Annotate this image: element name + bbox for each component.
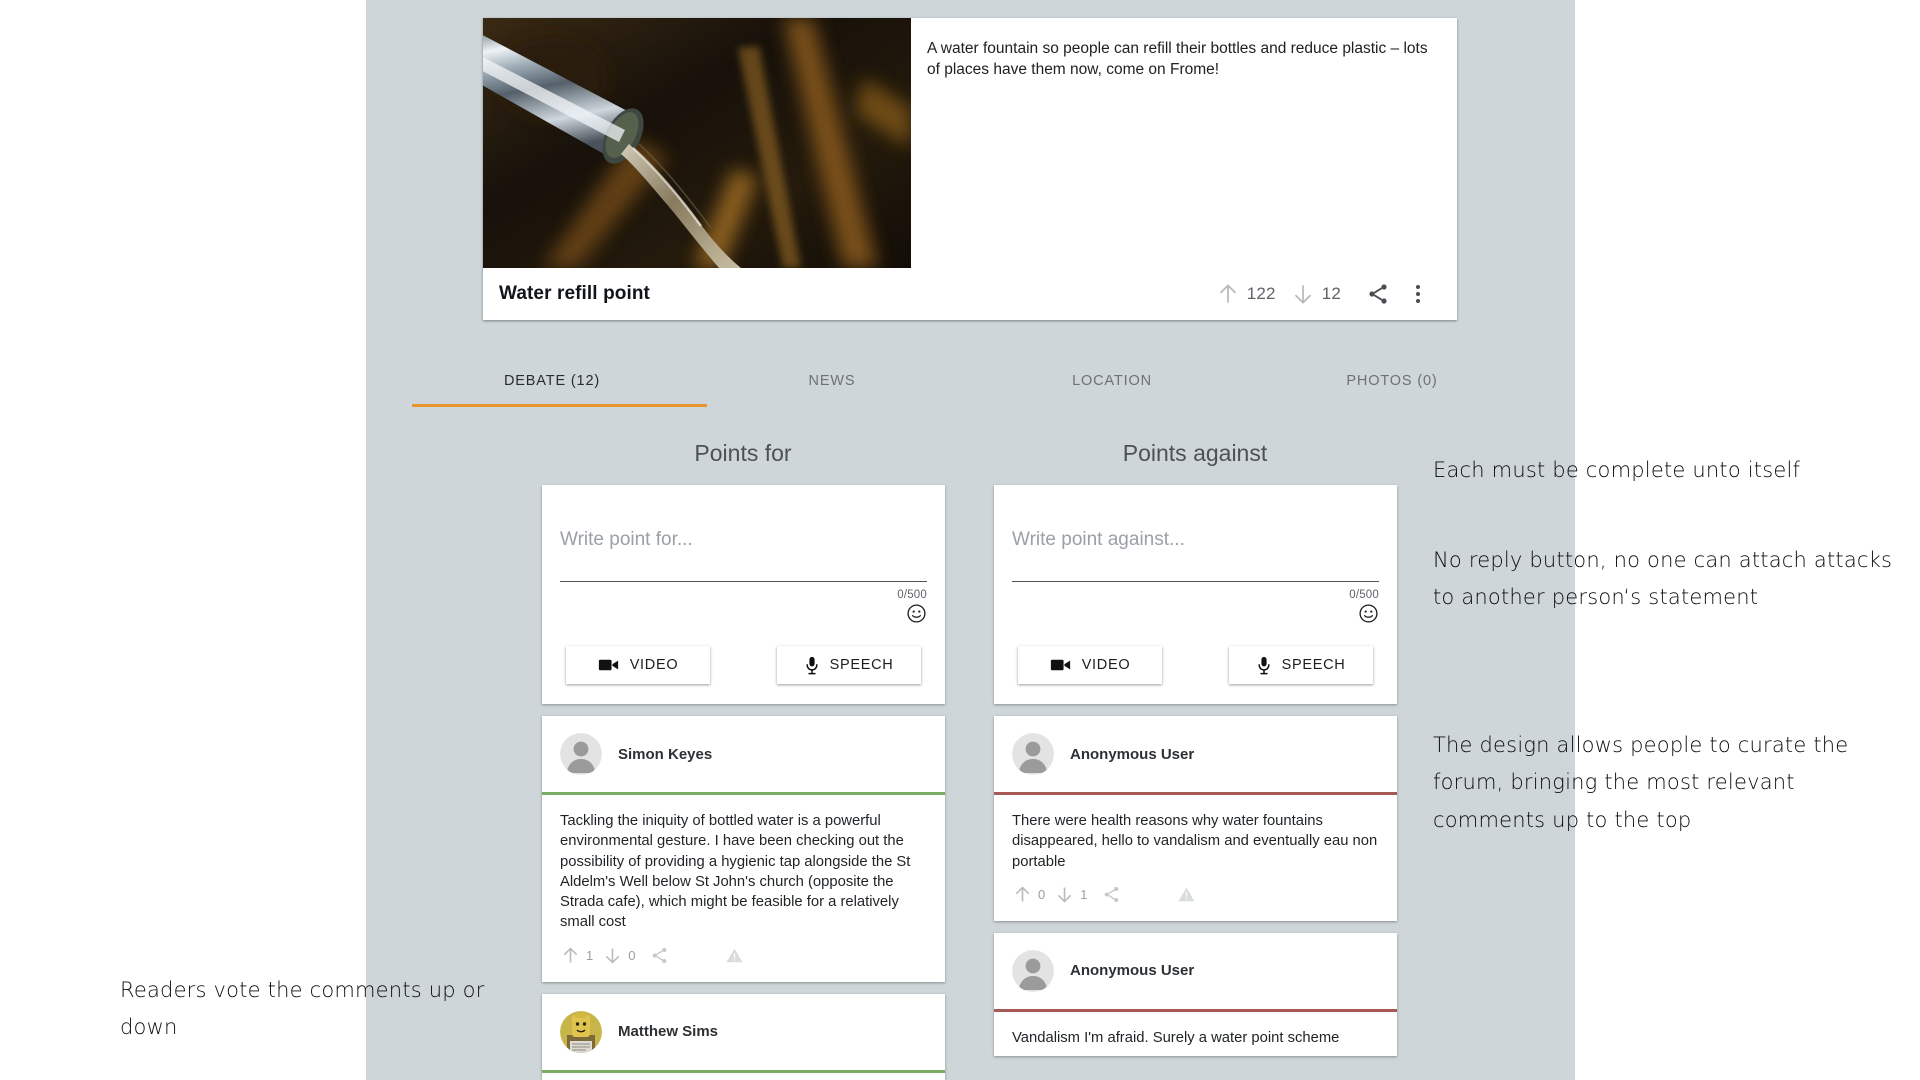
points-for-char-counter: 0/500 — [897, 589, 927, 601]
comment-share-button[interactable] — [650, 946, 669, 965]
comment-author: Anonymous User — [1070, 962, 1195, 980]
points-against-speech-button[interactable]: SPEECH — [1229, 646, 1373, 684]
avatar — [560, 733, 602, 775]
proposal-title: Water refill point — [499, 283, 650, 304]
downvote-count: 12 — [1321, 284, 1341, 303]
more-vertical-icon[interactable] — [1406, 282, 1430, 306]
points-for-composer-card: Write point for... 0/500 VIDEO SPEECH — [542, 485, 945, 704]
microphone-icon — [1258, 656, 1270, 674]
video-camera-icon — [1050, 659, 1070, 671]
points-against-column: Write point against... 0/500 VIDEO SPEEC… — [994, 485, 1397, 1068]
comment-share-button[interactable] — [1102, 885, 1121, 904]
comment-report-button[interactable] — [725, 946, 744, 965]
avatar — [1012, 949, 1054, 992]
speech-label: SPEECH — [829, 657, 894, 673]
tab-photos[interactable]: PHOTOS (0) — [1252, 358, 1532, 404]
comment-author: Matthew Sims — [618, 1023, 719, 1041]
tab-news[interactable]: NEWS — [692, 358, 972, 404]
warning-triangle-icon — [1178, 887, 1196, 902]
arrow-down-icon[interactable] — [1054, 884, 1075, 905]
points-for-video-button[interactable]: VIDEO — [566, 646, 710, 684]
downvote-group[interactable]: 12 — [1290, 281, 1355, 307]
water-tap-photo — [483, 18, 911, 268]
video-label: VIDEO — [629, 657, 679, 673]
points-for-speech-button[interactable]: SPEECH — [777, 646, 921, 684]
points-for-heading: Points for — [694, 440, 792, 466]
comment-card: Anonymous User Vandalism I'm afraid. Sur… — [994, 932, 1397, 1057]
avatar — [1012, 733, 1054, 775]
proposal-hero-card: A water fountain so people can refill th… — [483, 18, 1457, 320]
comment-downvote-count: 0 — [628, 947, 636, 963]
comment-header: Simon Keyes — [542, 716, 945, 792]
share-button[interactable] — [1361, 277, 1395, 311]
points-against-composer-card: Write point against... 0/500 VIDEO SPEEC… — [994, 485, 1397, 704]
hero-bottom-row: Water refill point 122 12 — [483, 268, 1457, 320]
more-options-button[interactable] — [1401, 277, 1435, 311]
points-for-emoji-row — [560, 603, 927, 624]
annotation-no-reply: No reply button, no one can attach attac… — [1433, 548, 1893, 610]
avatar — [560, 1010, 602, 1053]
points-against-emoji-row — [1012, 603, 1379, 624]
share-icon[interactable] — [1366, 282, 1390, 306]
comment-header: Anonymous User — [994, 716, 1397, 792]
proposal-description: A water fountain so people can refill th… — [927, 40, 1428, 79]
active-tab-underline — [412, 404, 707, 407]
comment-card: Matthew Sims — [542, 993, 945, 1080]
microphone-icon — [806, 656, 818, 674]
tab-location[interactable]: LOCATION — [972, 358, 1252, 404]
comment-card: Anonymous User There were health reasons… — [994, 716, 1397, 921]
comment-body — [542, 1073, 945, 1080]
comment-downvote-count: 1 — [1080, 886, 1088, 902]
screenshot-canvas: A water fountain so people can refill th… — [0, 0, 1920, 1080]
emoji-smiley-icon[interactable] — [906, 603, 927, 624]
comment-upvote-count: 0 — [1038, 886, 1046, 902]
proposal-actions: 122 12 — [1215, 277, 1435, 311]
annotation-voting: Readers vote the comments up or down — [120, 978, 485, 1040]
share-icon — [1105, 886, 1119, 902]
points-against-char-counter: 0/500 — [1349, 589, 1379, 601]
arrow-up-icon[interactable] — [1012, 884, 1033, 905]
comment-author: Simon Keyes — [618, 745, 713, 763]
tab-debate[interactable]: DEBATE (12) — [412, 358, 692, 404]
comment-card: Simon Keyes Tackling the iniquity of bot… — [542, 716, 945, 982]
speech-label: SPEECH — [1281, 657, 1346, 673]
comment-header: Matthew Sims — [542, 994, 945, 1070]
warning-triangle-icon — [726, 948, 744, 962]
annotation-curation: The design allows people to curate the f… — [1433, 733, 1849, 832]
arrow-up-icon[interactable] — [1215, 281, 1241, 307]
points-against-video-button[interactable]: VIDEO — [1018, 646, 1162, 684]
arrow-up-icon[interactable] — [560, 945, 581, 966]
points-against-composer-buttons: VIDEO SPEECH — [1012, 646, 1379, 684]
emoji-smiley-icon[interactable] — [1358, 603, 1379, 624]
comment-body: Tackling the iniquity of bottled water i… — [560, 813, 911, 931]
comment-upvote-count: 1 — [586, 947, 594, 963]
points-against-input[interactable]: Write point against... — [1012, 507, 1379, 582]
points-for-column: Write point for... 0/500 VIDEO SPEECH Si… — [542, 485, 945, 1080]
comment-author: Anonymous User — [1070, 745, 1195, 763]
comment-body: Vandalism I'm afraid. Surely a water poi… — [1012, 1029, 1340, 1046]
comment-actions: 0 1 — [994, 880, 1397, 921]
comment-header: Anonymous User — [994, 933, 1397, 1009]
points-against-composer: Write point against... 0/500 VIDEO SPEEC… — [994, 485, 1397, 704]
arrow-down-icon[interactable] — [1290, 281, 1316, 307]
arrow-down-icon[interactable] — [602, 945, 623, 966]
points-for-input[interactable]: Write point for... — [560, 507, 927, 582]
hero-top-row: A water fountain so people can refill th… — [483, 18, 1457, 268]
annotation-completeness: Each must be complete unto itself — [1433, 458, 1801, 482]
upvote-count: 122 — [1246, 284, 1276, 303]
points-for-composer: Write point for... 0/500 VIDEO SPEECH — [542, 485, 945, 704]
comment-report-button[interactable] — [1177, 885, 1196, 904]
share-icon — [653, 947, 667, 963]
comment-body: There were health reasons why water foun… — [1012, 813, 1378, 870]
upvote-group[interactable]: 122 — [1215, 281, 1290, 307]
video-label: VIDEO — [1081, 657, 1131, 673]
points-against-heading: Points against — [1122, 440, 1268, 466]
points-for-composer-buttons: VIDEO SPEECH — [560, 646, 927, 684]
video-camera-icon — [598, 659, 618, 671]
comment-actions: 1 0 — [542, 941, 945, 982]
